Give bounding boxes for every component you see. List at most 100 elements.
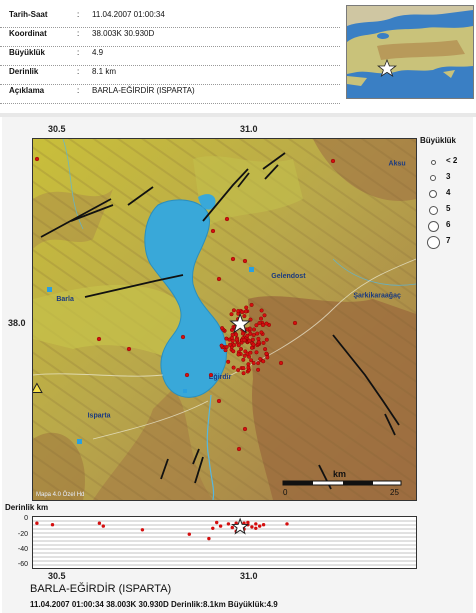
event-dot[interactable]: [245, 333, 250, 338]
depth-lon-tick-31-0: 31.0: [240, 571, 258, 581]
event-dot[interactable]: [220, 326, 225, 331]
depth-event-dot: [285, 522, 289, 526]
event-dot[interactable]: [259, 308, 264, 313]
event-dot[interactable]: [224, 344, 229, 349]
event-dot[interactable]: [96, 336, 102, 342]
event-dot[interactable]: [219, 343, 224, 348]
event-dot[interactable]: [242, 258, 248, 264]
event-dot[interactable]: [244, 305, 249, 310]
depth-event-dot: [187, 532, 191, 536]
event-dot[interactable]: [251, 360, 256, 365]
legend-item-lt2: < 2: [424, 154, 474, 168]
event-dot[interactable]: [242, 314, 247, 319]
depth-event-dot: [211, 526, 215, 530]
event-dot[interactable]: [246, 365, 251, 370]
caption-title: BARLA-EĞİRDİR (ISPARTA): [30, 583, 172, 595]
event-dot[interactable]: [242, 338, 247, 343]
event-dot[interactable]: [251, 327, 256, 332]
event-dot[interactable]: [256, 340, 261, 345]
event-dot[interactable]: [256, 361, 261, 366]
info-row-coordinate: Koordinat : 38.003K 30.930D: [0, 29, 340, 47]
event-dot[interactable]: [243, 309, 248, 314]
place-label-isparta: Isparta: [88, 413, 111, 420]
event-dot[interactable]: [238, 346, 243, 351]
event-dot[interactable]: [241, 371, 246, 376]
event-dot[interactable]: [230, 256, 236, 262]
info-key-magnitude: Büyüklük: [9, 48, 46, 57]
event-dot[interactable]: [240, 310, 245, 315]
event-dot[interactable]: [126, 346, 132, 352]
event-dot[interactable]: [231, 308, 236, 313]
scale-start: 0: [283, 488, 288, 497]
event-dot[interactable]: [230, 332, 235, 337]
event-dot[interactable]: [216, 398, 222, 404]
event-dot[interactable]: [224, 216, 230, 222]
event-dot[interactable]: [258, 357, 263, 362]
event-dot[interactable]: [254, 350, 259, 355]
event-dot[interactable]: [242, 353, 247, 358]
event-dot[interactable]: [330, 158, 336, 164]
event-dot[interactable]: [232, 342, 237, 347]
depth-event-dot: [218, 524, 223, 528]
map-lat-tick-38-0: 38.0: [8, 318, 26, 328]
event-dot[interactable]: [236, 446, 242, 452]
event-dot[interactable]: [278, 360, 284, 366]
event-dot[interactable]: [247, 326, 252, 331]
event-dot[interactable]: [242, 426, 248, 432]
event-dot[interactable]: [251, 332, 256, 337]
event-dot[interactable]: [254, 323, 259, 328]
event-dot[interactable]: [234, 337, 239, 342]
depth-event-dot: [35, 521, 39, 525]
event-dot[interactable]: [231, 365, 236, 370]
event-info-panel: Tarih-Saat : 11.04.2007 01:00:34 Koordin…: [0, 0, 476, 108]
event-dot[interactable]: [224, 336, 229, 341]
event-dot[interactable]: [236, 368, 241, 373]
seismic-map[interactable]: Barla Gelendost Eğirdir Isparta Şarkikar…: [32, 138, 417, 501]
event-dot[interactable]: [264, 321, 269, 326]
event-dot[interactable]: [231, 349, 236, 354]
event-dot[interactable]: [240, 331, 245, 336]
event-dot[interactable]: [226, 359, 231, 364]
event-dot[interactable]: [236, 352, 241, 357]
depth-event-dot: [258, 524, 262, 528]
event-dot[interactable]: [236, 343, 241, 348]
event-dot[interactable]: [246, 362, 251, 367]
depth-section-plot: [32, 516, 417, 569]
event-dot[interactable]: [229, 312, 234, 317]
legend-item-6: 6: [424, 218, 474, 232]
event-dot[interactable]: [184, 372, 190, 378]
event-dot[interactable]: [260, 322, 266, 328]
place-label-sarkikaraagac: Şarkikaraağaç: [353, 292, 401, 299]
event-dot[interactable]: [256, 367, 261, 372]
event-dot[interactable]: [264, 337, 269, 342]
event-dot[interactable]: [251, 342, 256, 347]
event-dot[interactable]: [259, 330, 264, 335]
event-dot[interactable]: [208, 372, 214, 378]
event-dot[interactable]: [216, 276, 222, 282]
event-dot[interactable]: [265, 355, 270, 360]
event-dot[interactable]: [249, 345, 254, 350]
event-dot[interactable]: [257, 320, 262, 325]
event-dot[interactable]: [292, 320, 298, 326]
event-dot[interactable]: [228, 342, 233, 347]
depth-event-dot: [250, 525, 254, 529]
event-dot[interactable]: [241, 366, 246, 371]
depth-event-dot: [254, 522, 258, 526]
event-dot[interactable]: [180, 334, 186, 340]
event-dot[interactable]: [262, 313, 267, 318]
event-dot[interactable]: [241, 357, 246, 362]
event-dot[interactable]: [249, 302, 254, 307]
event-dot[interactable]: [229, 335, 234, 340]
event-dot[interactable]: [250, 337, 255, 342]
event-dot[interactable]: [256, 336, 261, 341]
event-dot[interactable]: [263, 347, 268, 352]
event-dot[interactable]: [210, 228, 216, 234]
event-dot[interactable]: [255, 331, 260, 336]
event-dot[interactable]: [264, 351, 269, 356]
event-dot[interactable]: [261, 340, 266, 345]
info-row-magnitude: Büyüklük : 4.9: [0, 48, 340, 66]
event-dot[interactable]: [34, 156, 40, 162]
event-dot[interactable]: [234, 332, 239, 337]
event-dot[interactable]: [248, 350, 253, 355]
event-dot[interactable]: [258, 316, 263, 321]
